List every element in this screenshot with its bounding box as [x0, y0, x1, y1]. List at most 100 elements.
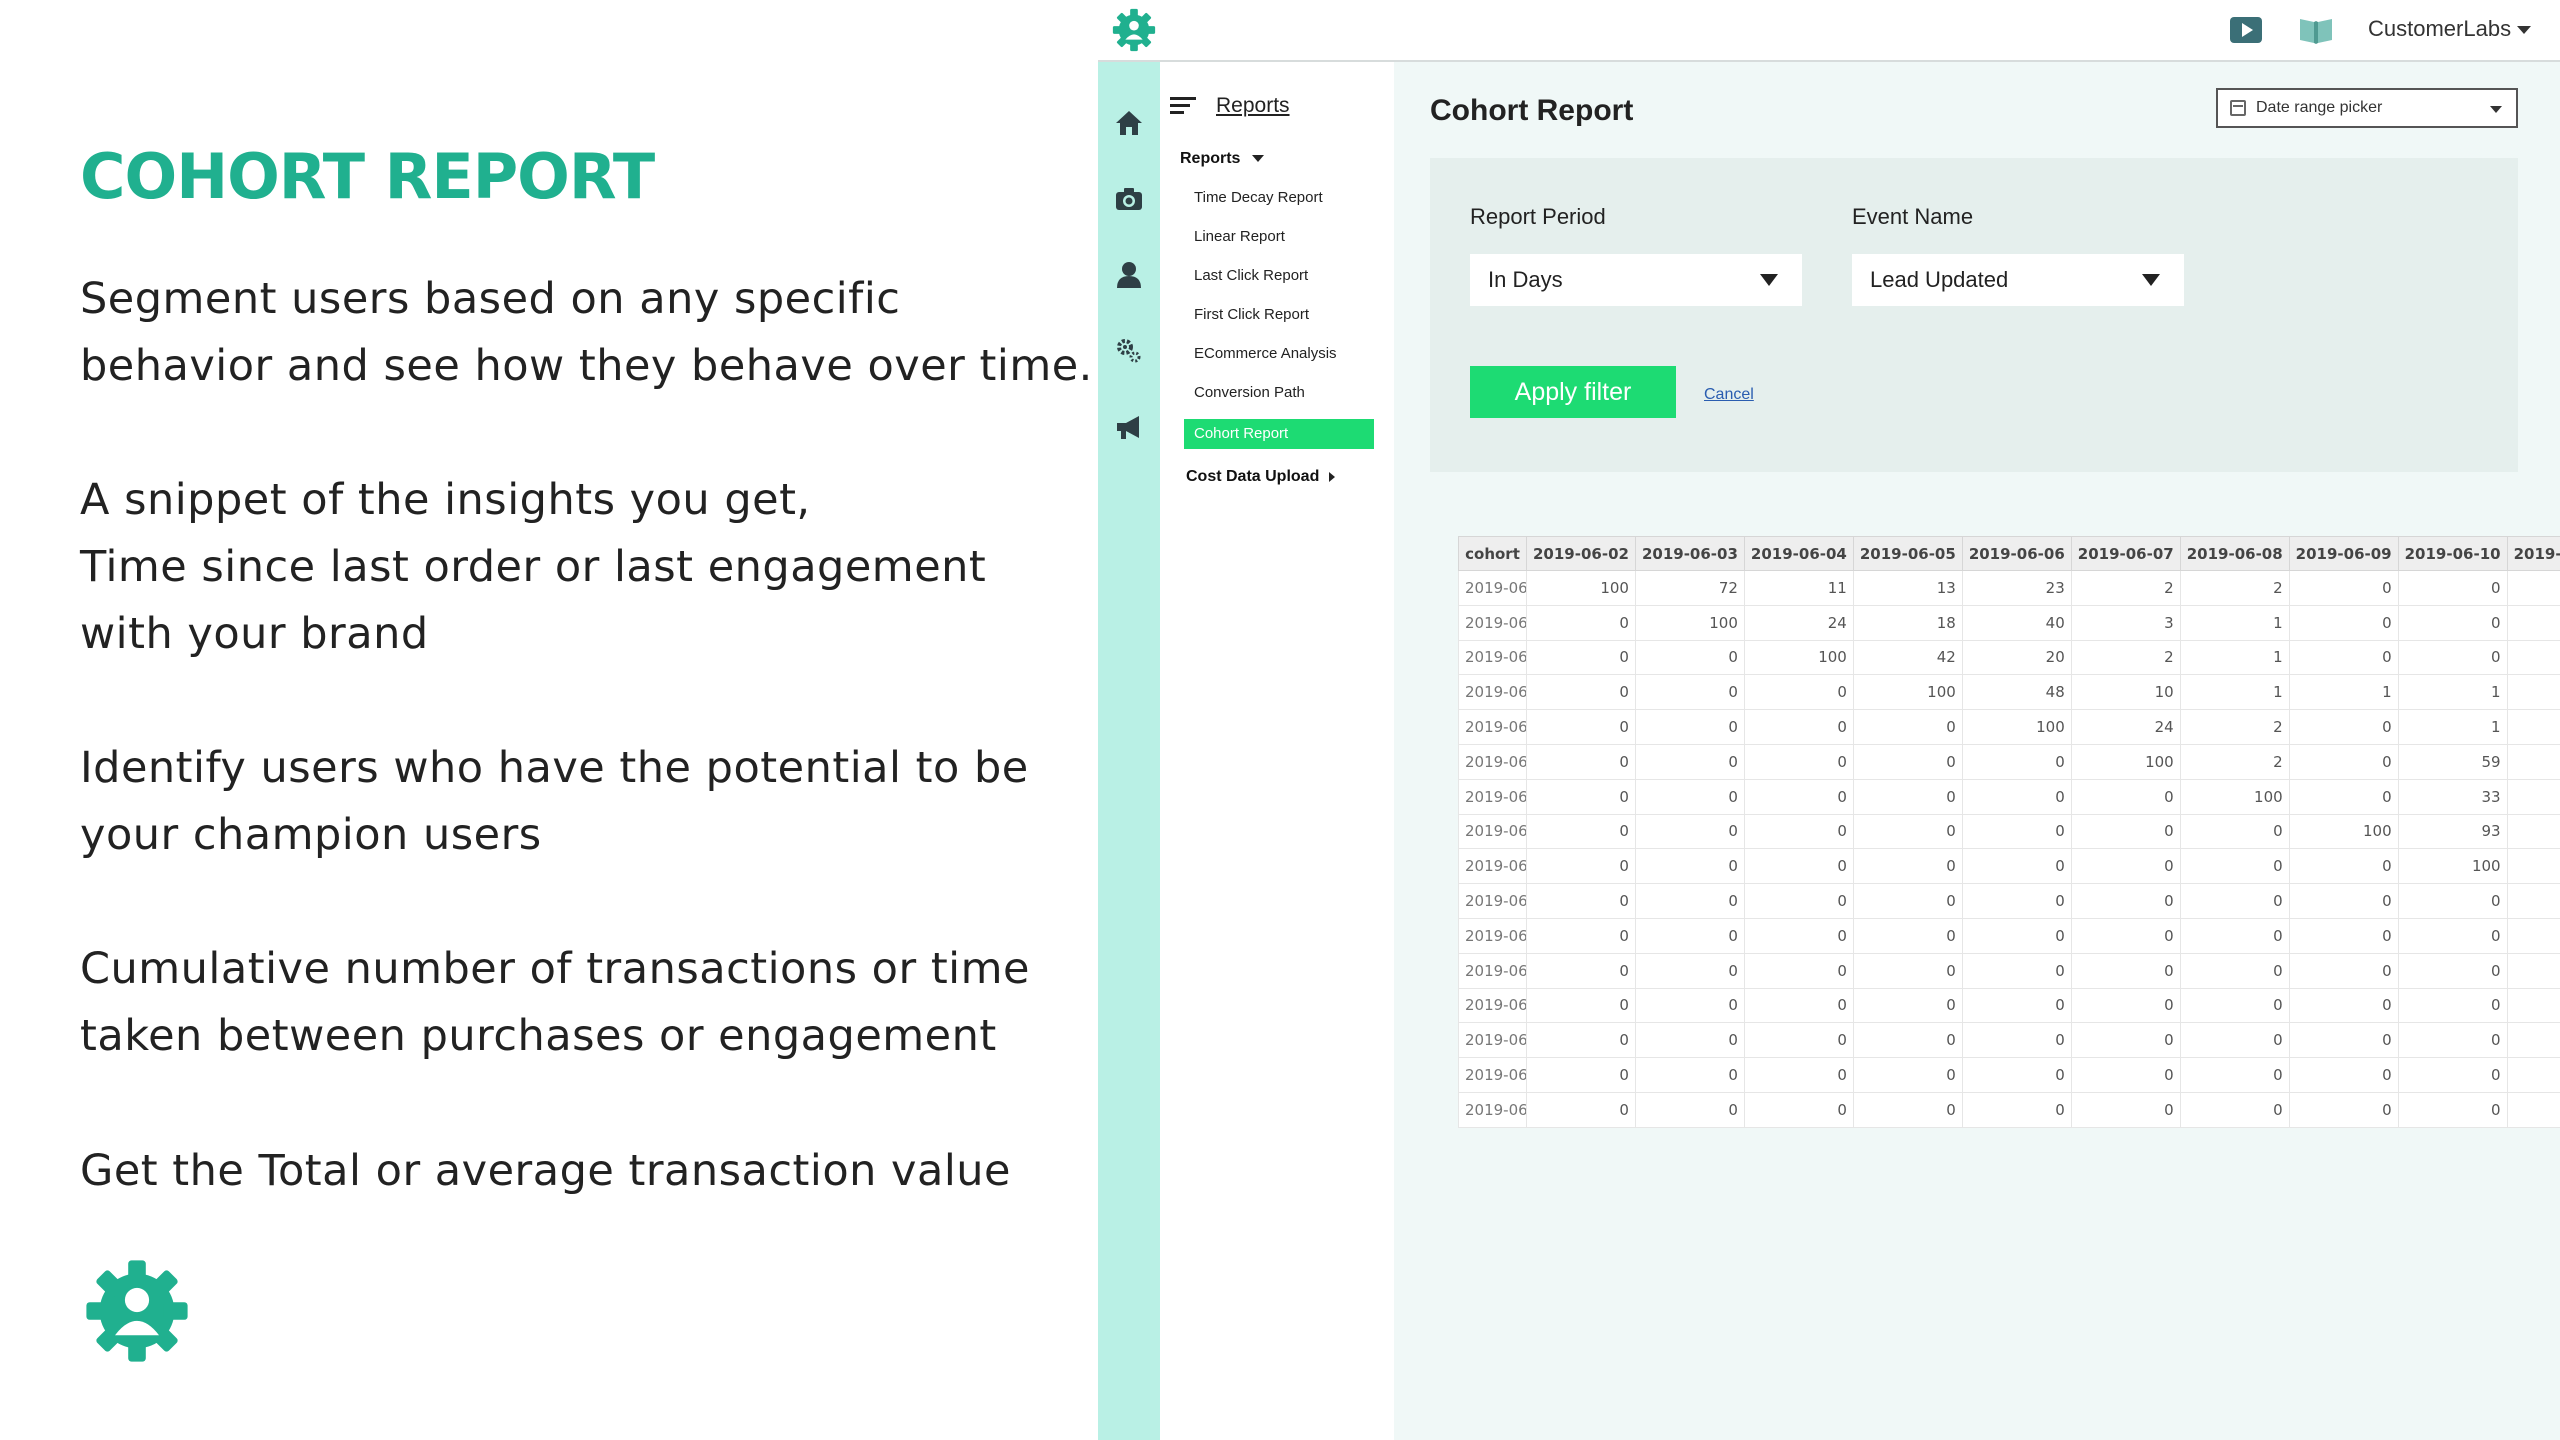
sidenav-group-reports[interactable]: Reports: [1180, 150, 1265, 168]
table-cell: 1: [2179, 604, 2290, 641]
camera-icon[interactable]: [1114, 184, 1144, 214]
table-cell: 7: [2506, 743, 2560, 780]
promo-line: Get the Total or average transaction val…: [80, 1146, 1012, 1196]
column-header[interactable]: 2019-06-04: [1743, 536, 1854, 571]
table-cell: 0: [1852, 952, 1963, 989]
table-cell: 0: [2288, 952, 2399, 989]
table-cell: 100: [1743, 639, 1854, 676]
table-cell: 0: [2397, 952, 2508, 989]
table-cell: 1: [2179, 674, 2290, 711]
sidebar-item-last-click-report[interactable]: Last Click Report: [1184, 261, 1374, 291]
sidebar-item-linear-report[interactable]: Linear Report: [1184, 222, 1374, 252]
table-cell: 0: [2179, 917, 2290, 954]
event-name-select[interactable]: Lead Updated: [1852, 254, 2184, 306]
sidebar-item-first-click-report[interactable]: First Click Report: [1184, 300, 1374, 330]
table-cell: 0: [2179, 1022, 2290, 1059]
table-cell: 0: [1634, 848, 1745, 885]
table-cell: 0: [1743, 709, 1854, 745]
apply-filter-button[interactable]: Apply filter: [1470, 366, 1676, 418]
column-header[interactable]: 2019-06-07: [2070, 536, 2181, 571]
table-cell: 0: [1961, 1022, 2072, 1059]
column-header[interactable]: 2019-06-10: [2397, 536, 2508, 571]
table-cell: 0: [2397, 1057, 2508, 1093]
gears-icon[interactable]: [1114, 336, 1144, 366]
table-cell: 0: [1961, 743, 2072, 780]
page-title: Cohort Report: [1430, 94, 1634, 127]
table-cell: 0: [2506, 1057, 2560, 1093]
column-header[interactable]: 2019-06-08: [2179, 536, 2290, 571]
table-row: 2019-06-00000001009310: [1458, 813, 2560, 850]
table-cell: 51: [2506, 848, 2560, 885]
table-cell: 1: [2397, 709, 2508, 745]
table-cell: 0: [2179, 813, 2290, 850]
table-cell: 0: [2397, 639, 2508, 676]
cohort-cell: 2019-06-: [1458, 1057, 1527, 1093]
table-cell: 0: [1526, 743, 1636, 780]
table-cell: 0: [1634, 639, 1745, 676]
sidenav-group-label: Cost Data Upload: [1186, 468, 1320, 485]
table-cell: 18: [1852, 604, 1963, 641]
user-menu[interactable]: CustomerLabs: [2368, 16, 2532, 42]
video-icon[interactable]: [2230, 17, 2262, 43]
table-row: 2019-06-0000001000333: [1458, 778, 2560, 815]
promo-paragraph-insights: A snippet of the insights you get, Time …: [80, 467, 986, 668]
table-cell: 10: [2506, 813, 2560, 850]
table-cell: 0: [1961, 1091, 2072, 1128]
table-cell: 0: [2179, 883, 2290, 919]
table-cell: 0: [2288, 917, 2399, 954]
sidebar-item-cohort-report[interactable]: Cohort Report: [1184, 419, 1374, 449]
table-cell: 0: [2179, 987, 2290, 1024]
sidebar-item-time-decay-report[interactable]: Time Decay Report: [1184, 183, 1374, 213]
cohort-cell: 2019-06-: [1458, 604, 1527, 641]
table-cell: 0: [2397, 883, 2508, 919]
table-row: 2019-06-0000010020597: [1458, 743, 2560, 780]
report-period-select[interactable]: In Days: [1470, 254, 1802, 306]
cohort-cell: 2019-06-: [1458, 639, 1527, 676]
cohort-cell: 2019-06-: [1458, 917, 1527, 954]
table-cell: 0: [1634, 778, 1745, 815]
table-cell: 2: [2070, 570, 2181, 606]
promo-line: behavior and see how they behave over ti…: [80, 341, 1093, 391]
column-header[interactable]: 2019-06-06: [1961, 536, 2072, 571]
home-icon[interactable]: [1114, 108, 1144, 138]
table-cell: 3: [2506, 778, 2560, 815]
column-header[interactable]: 2019-06-03: [1634, 536, 1745, 571]
sidenav-header[interactable]: Reports: [1170, 94, 1290, 118]
table-cell: 0: [1961, 883, 2072, 919]
sidebar-item-ecommerce-analysis[interactable]: ECommerce Analysis: [1184, 339, 1374, 369]
table-cell: 0: [1634, 1091, 1745, 1128]
table-cell: 0: [1852, 1057, 1963, 1093]
table-cell: 2: [2179, 743, 2290, 780]
book-icon[interactable]: [2298, 15, 2334, 45]
cohort-cell: 2019-06-: [1458, 987, 1527, 1024]
promo-line: with your brand: [80, 609, 429, 659]
menu-icon[interactable]: [1170, 97, 1196, 115]
sidenav-group-cost-data-upload[interactable]: Cost Data Upload: [1186, 468, 1336, 486]
chevron-down-icon: [1252, 155, 1265, 163]
megaphone-icon[interactable]: [1114, 412, 1144, 442]
table-cell: 0: [1961, 1057, 2072, 1093]
sidebar-item-conversion-path[interactable]: Conversion Path: [1184, 378, 1374, 408]
table-cell: 0: [1634, 917, 1745, 954]
table-cell: 100: [2506, 883, 2560, 919]
table-cell: 0: [2506, 987, 2560, 1024]
event-name-value: Lead Updated: [1870, 267, 2009, 292]
user-icon[interactable]: [1114, 260, 1144, 290]
cohort-cell: 2019-06-: [1458, 848, 1527, 885]
promo-line: A snippet of the insights you get,: [80, 475, 811, 525]
column-header[interactable]: 2019-06-05: [1852, 536, 1963, 571]
column-header[interactable]: 2019-06-11: [2506, 536, 2560, 571]
app-window: CustomerLabs Reports Reports Time Decay …: [1098, 0, 2560, 1440]
table-cell: 0: [1743, 917, 1854, 954]
table-cell: 0: [2397, 604, 2508, 641]
column-header[interactable]: 2019-06-09: [2288, 536, 2399, 571]
app-logo-icon[interactable]: [1110, 6, 1158, 54]
table-cell: 0: [2070, 848, 2181, 885]
table-cell: 0: [1961, 917, 2072, 954]
column-header[interactable]: cohort: [1458, 536, 1527, 571]
column-header[interactable]: 2019-06-02: [1526, 536, 1636, 571]
cancel-link[interactable]: Cancel: [1704, 386, 1754, 404]
sidenav-header-label: Reports: [1216, 94, 1290, 117]
date-range-picker[interactable]: Date range picker: [2216, 88, 2518, 128]
table-cell: 0: [2397, 917, 2508, 954]
